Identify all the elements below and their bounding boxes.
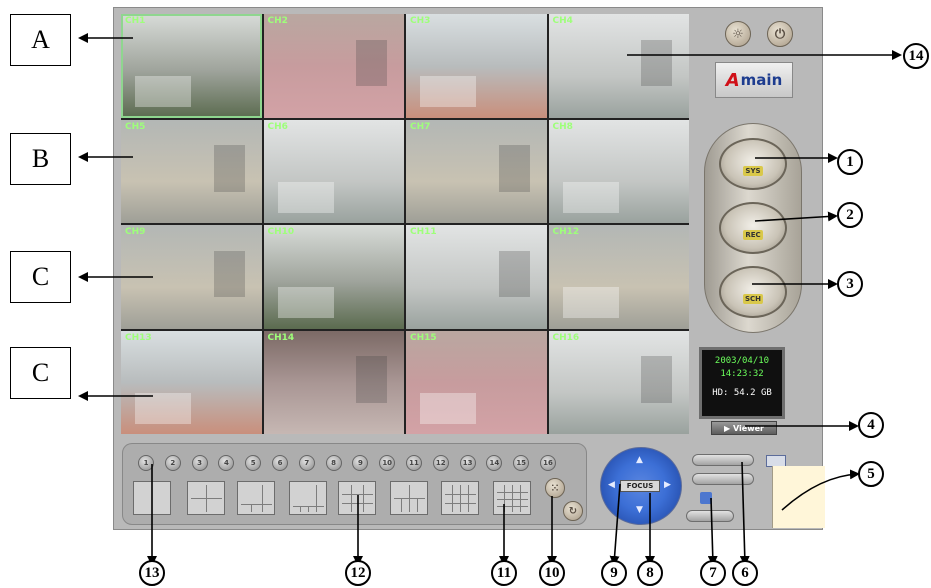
callout-number-12: 12 [345,560,371,586]
callout-number-5: 5 [858,461,884,487]
callout-number-4: 4 [858,412,884,438]
callout-number-7: 7 [700,560,726,586]
callout-number-2: 2 [837,202,863,228]
callout-number-3: 3 [837,271,863,297]
callout-number-13: 13 [139,560,165,586]
callout-number-6: 6 [732,560,758,586]
callout-number-11: 11 [491,560,517,586]
callout-number-9: 9 [601,560,627,586]
callout-number-1: 1 [837,149,863,175]
callout-arrows [78,33,902,566]
callout-number-8: 8 [637,560,663,586]
callout-number-14: 14 [903,43,929,69]
callout-number-10: 10 [539,560,565,586]
